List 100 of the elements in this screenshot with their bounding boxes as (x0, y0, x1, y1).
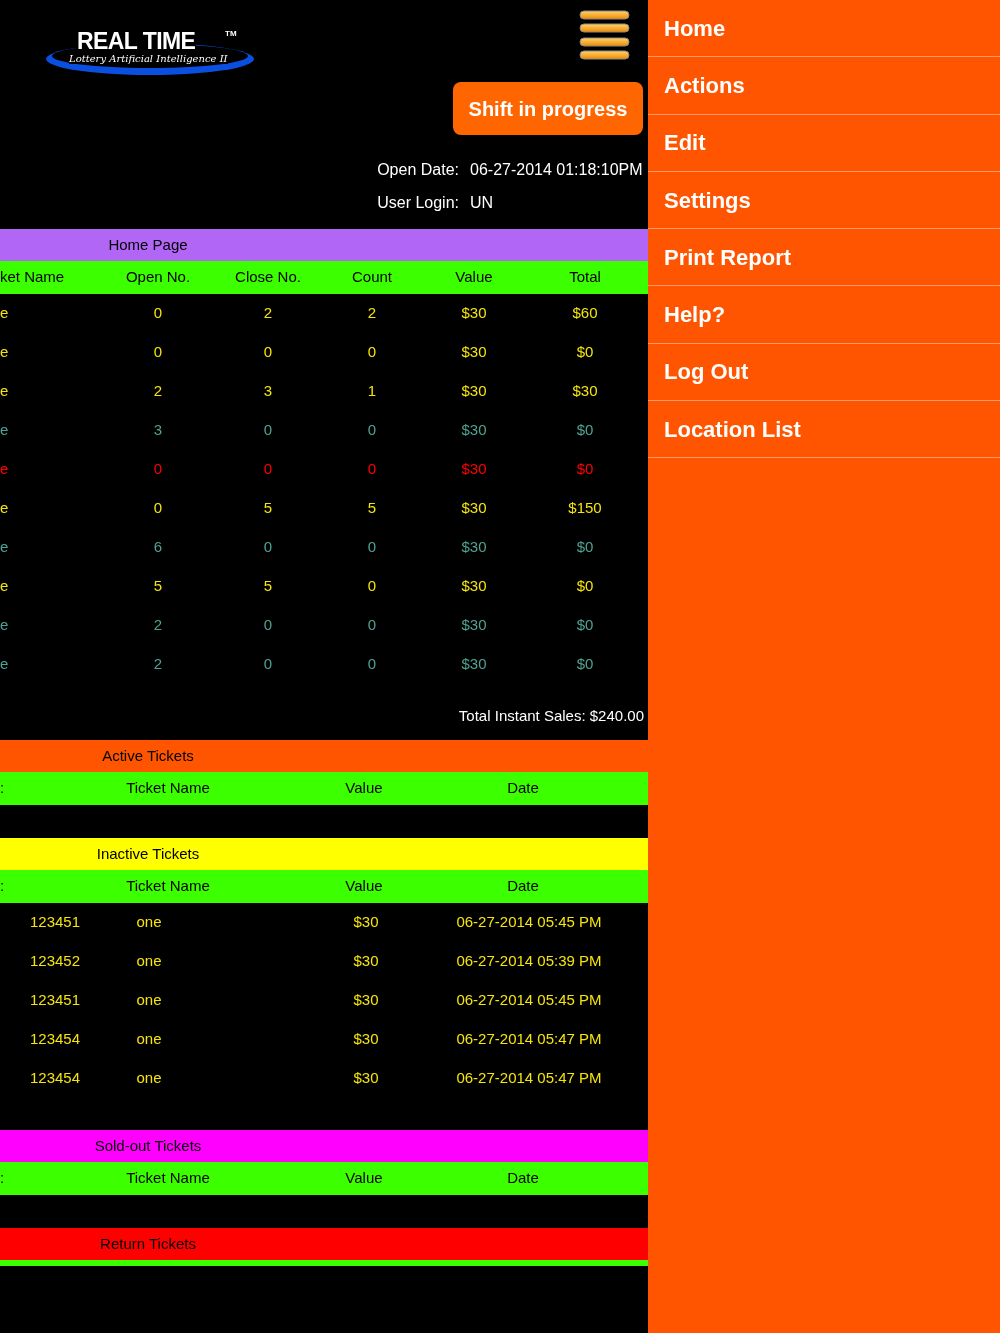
column-header: : (0, 778, 6, 799)
table-cell-text: 123451 (29, 990, 82, 1011)
column-header: Ticket Name (125, 876, 211, 897)
table-cell-text: 2 (152, 381, 164, 402)
table-cell-text: $30 (352, 912, 380, 933)
column-header: : (0, 876, 6, 897)
table-cell-text: $30 (352, 1029, 380, 1050)
shift-button[interactable]: Shift in progress (453, 82, 643, 135)
info-value: UN (470, 195, 494, 211)
table-cell-text: one (135, 951, 163, 972)
table-cell-text: 5 (152, 576, 164, 597)
column-header: ket Name (0, 267, 66, 288)
table-cell-text: e (0, 537, 10, 558)
menu-item[interactable]: Location List (648, 401, 1000, 459)
table-cell-text: 06-27-2014 05:45 PM (455, 990, 603, 1011)
table-cell-text: $0 (575, 615, 595, 636)
column-header: Ticket Name (125, 1168, 211, 1189)
table-cell-text: e (0, 420, 10, 441)
table-cell-text: 0 (366, 420, 378, 441)
table-cell-text: 2 (152, 654, 164, 675)
column-header: Value (344, 876, 384, 897)
table-cell-text: $30 (460, 498, 488, 519)
section-title: Active Tickets (101, 745, 195, 766)
table-cell-text: $30 (460, 576, 488, 597)
table-cell-text: 123454 (29, 1029, 82, 1050)
menu-item[interactable]: Settings (648, 171, 1000, 230)
table-cell-text: 2 (262, 303, 274, 324)
section-title: Sold-out Tickets (93, 1135, 203, 1156)
table-cell-text: $30 (460, 615, 488, 636)
table-cell-text: 0 (262, 615, 274, 636)
column-header: Ticket Name (125, 778, 211, 799)
table-cell-text: 123454 (29, 1068, 82, 1089)
table-cell-text: 123452 (29, 951, 82, 972)
table-cell-text: $30 (460, 303, 488, 324)
menu-item[interactable]: Log Out (648, 343, 1000, 402)
table-cell-text: $30 (460, 420, 488, 441)
info-label: Open Date: (376, 162, 459, 178)
menu-item[interactable]: Actions (648, 57, 1000, 115)
menu-icon[interactable] (579, 10, 630, 60)
table-cell-text: e (0, 303, 10, 324)
column-header: Value (344, 1168, 384, 1189)
table-cell-text: $150 (567, 498, 603, 519)
table-cell-text: 06-27-2014 05:47 PM (455, 1068, 603, 1089)
table-cell-text: 1 (366, 381, 378, 402)
table-cell-text: $0 (575, 459, 595, 480)
menu-item[interactable]: Home (648, 0, 1000, 58)
table-cell-text: one (135, 1068, 163, 1089)
table-cell-text: e (0, 342, 10, 363)
table-cell-text: $0 (575, 420, 595, 441)
table-cell-text: one (135, 912, 163, 933)
table-cell-text: 0 (152, 459, 164, 480)
menu-item[interactable]: Help? (648, 286, 1000, 344)
table-cell-text: 0 (366, 654, 378, 675)
table-cell-text: e (0, 576, 10, 597)
column-header: Date (506, 876, 540, 897)
table-cell-text: $60 (571, 303, 599, 324)
table-cell-text: e (0, 498, 10, 519)
table-cell-text: 06-27-2014 05:39 PM (455, 951, 603, 972)
column-header: Date (506, 1168, 540, 1189)
table-cell-text: 06-27-2014 05:47 PM (455, 1029, 603, 1050)
table-cell-text: 0 (262, 420, 274, 441)
table-cell-text: 3 (262, 381, 274, 402)
column-header: Close No. (234, 267, 302, 288)
table-cell-text: 0 (366, 615, 378, 636)
table-cell-text: $0 (575, 537, 595, 558)
table-cell-text: $30 (460, 654, 488, 675)
table-cell-text: one (135, 1029, 163, 1050)
column-header: Open No. (124, 267, 192, 288)
table-cell-text: $30 (460, 537, 488, 558)
table-cell-text: 0 (262, 342, 274, 363)
table-cell-text: $0 (575, 654, 595, 675)
total-sales: Total Instant Sales: $240.00 (458, 705, 644, 726)
column-header: : (0, 1168, 6, 1189)
column-header: Date (506, 778, 540, 799)
table-cell-text: e (0, 459, 10, 480)
table-cell-text: $30 (352, 990, 380, 1011)
table-cell-text: 123451 (29, 912, 82, 933)
info-label: User Login: (376, 195, 459, 211)
table-cell-text: 2 (152, 615, 164, 636)
table-cell-text: $30 (460, 381, 488, 402)
table-cell-text: 5 (366, 498, 378, 519)
table-cell-text: e (0, 654, 10, 675)
table-cell-text: $30 (571, 381, 599, 402)
menu-item[interactable]: Edit (648, 114, 1000, 172)
section-title: Inactive Tickets (95, 843, 201, 864)
table-cell-text: 0 (366, 537, 378, 558)
menu-item[interactable]: Print Report (648, 229, 1000, 287)
table-cell-text: 2 (366, 303, 378, 324)
column-header: Count (351, 267, 393, 288)
table-cell-text: 0 (262, 459, 274, 480)
logo-subtitle: Lottery Artificial Intelligence II (69, 54, 228, 64)
table-cell-text: $30 (460, 342, 488, 363)
table-cell-text: $0 (575, 576, 595, 597)
table-cell-text: 0 (262, 537, 274, 558)
column-header: Value (344, 778, 384, 799)
logo-trademark: TM (225, 30, 237, 38)
table-cell-text: 0 (366, 342, 378, 363)
table-cell-text: e (0, 381, 10, 402)
table-cell-text: 0 (152, 342, 164, 363)
table-cell-text: 0 (366, 459, 378, 480)
